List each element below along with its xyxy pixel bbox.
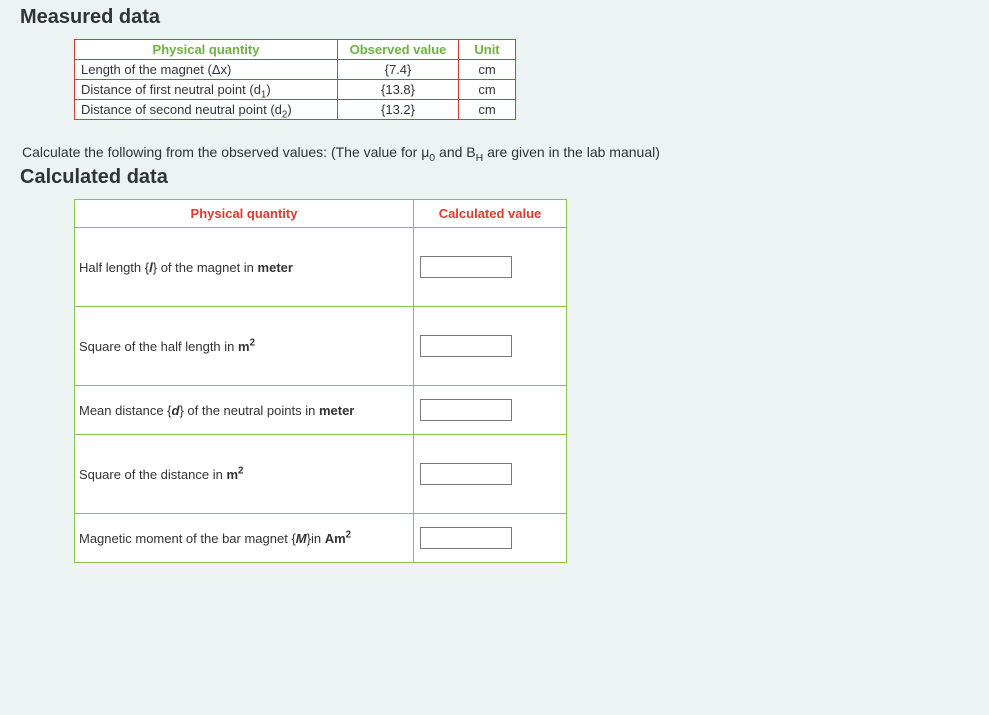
calculated-val-cell	[414, 307, 567, 386]
calculated-qty: Mean distance {d} of the neutral points …	[75, 386, 414, 435]
calculated-table: Physical quantity Calculated value Half …	[74, 199, 567, 563]
measured-header-val: Observed value	[338, 40, 459, 60]
measured-header-unit: Unit	[459, 40, 516, 60]
calculated-row: Half length {l} of the magnet in meter	[75, 228, 567, 307]
distance-sq-input[interactable]	[420, 463, 512, 485]
measured-val: {13.8}	[338, 80, 459, 100]
measured-qty: Length of the magnet (Δx)	[75, 60, 338, 80]
half-length-input[interactable]	[420, 256, 512, 278]
measured-unit: cm	[459, 80, 516, 100]
calculated-title: Calculated data	[20, 166, 969, 189]
calculated-qty: Half length {l} of the magnet in meter	[75, 228, 414, 307]
calculated-header-qty: Physical quantity	[75, 200, 414, 228]
measured-title: Measured data	[20, 6, 969, 29]
magnetic-moment-input[interactable]	[420, 527, 512, 549]
measured-val: {13.2}	[338, 100, 459, 120]
mean-distance-input[interactable]	[420, 399, 512, 421]
measured-header-qty: Physical quantity	[75, 40, 338, 60]
calculated-val-cell	[414, 386, 567, 435]
measured-qty: Distance of first neutral point (d1)	[75, 80, 338, 100]
measured-row: Distance of first neutral point (d1) {13…	[75, 80, 516, 100]
instruction-text: Calculate the following from the observe…	[22, 144, 969, 160]
calculated-qty: Magnetic moment of the bar magnet {M}in …	[75, 514, 414, 563]
calculated-val-cell	[414, 228, 567, 307]
measured-val: {7.4}	[338, 60, 459, 80]
calculated-row: Square of the half length in m2	[75, 307, 567, 386]
calculated-header-row: Physical quantity Calculated value	[75, 200, 567, 228]
measured-row: Distance of second neutral point (d2) {1…	[75, 100, 516, 120]
calculated-qty: Square of the half length in m2	[75, 307, 414, 386]
measured-unit: cm	[459, 100, 516, 120]
measured-table: Physical quantity Observed value Unit Le…	[74, 39, 516, 120]
calculated-header-val: Calculated value	[414, 200, 567, 228]
measured-header-row: Physical quantity Observed value Unit	[75, 40, 516, 60]
calculated-val-cell	[414, 514, 567, 563]
calculated-row: Magnetic moment of the bar magnet {M}in …	[75, 514, 567, 563]
measured-qty: Distance of second neutral point (d2)	[75, 100, 338, 120]
measured-row: Length of the magnet (Δx) {7.4} cm	[75, 60, 516, 80]
half-length-sq-input[interactable]	[420, 335, 512, 357]
calculated-row: Square of the distance in m2	[75, 435, 567, 514]
calculated-val-cell	[414, 435, 567, 514]
calculated-row: Mean distance {d} of the neutral points …	[75, 386, 567, 435]
calculated-qty: Square of the distance in m2	[75, 435, 414, 514]
measured-unit: cm	[459, 60, 516, 80]
